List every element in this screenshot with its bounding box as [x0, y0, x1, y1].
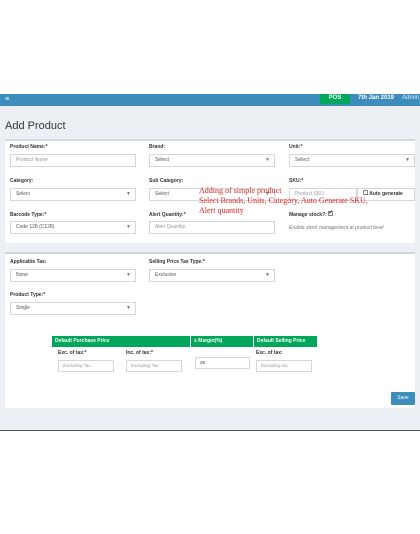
product-type-label: Product Type:* [10, 292, 46, 298]
chevron-down-icon: ▼ [126, 305, 131, 311]
product-name-label: Product Name:* [10, 144, 48, 150]
sub-category-label: Sub Category: [149, 178, 184, 184]
manage-stock-hint: Enable stock management at product level [289, 225, 384, 231]
content-area: Add Product Product Name:* Product Name … [0, 106, 420, 430]
applicable-tax-select[interactable]: None ▼ [10, 269, 136, 282]
selling-tax-type-label: Selling Price Tax Type:* [149, 259, 205, 265]
sku-label: SKU:* [289, 178, 304, 184]
annotation-line-2: Select Brands, Units, Category, Auto Gen… [199, 196, 368, 205]
exc-tax-label: Exc. of tax:* [58, 350, 87, 356]
chevron-down-icon: ▼ [265, 157, 270, 163]
divider [0, 430, 420, 431]
barcode-type-value: Code 128 (C128) [16, 224, 55, 230]
auto-generate-label: Auto generate [369, 191, 403, 197]
brand-select[interactable]: Select ▼ [149, 154, 275, 167]
selling-exc-tax-input[interactable]: Excluding tax [256, 360, 312, 372]
product-type-select[interactable]: Single ▼ [10, 302, 136, 315]
purchase-price-header: Default Purchase Price [52, 336, 190, 347]
category-select-value: Select [16, 191, 30, 197]
margin-input[interactable]: 25 [195, 357, 250, 369]
top-navbar: ≡ POS 7th Jan 2019 Admin [0, 94, 420, 106]
unit-label: Unit:* [289, 144, 303, 150]
purchase-exc-tax-input[interactable]: Excluding Tax [58, 360, 114, 372]
save-button[interactable]: Save [391, 392, 415, 405]
annotation-text: Adding of simple product Select Brands, … [199, 186, 368, 216]
alert-quantity-label: Alert Quantity:* [149, 212, 186, 218]
applicable-tax-value: None [16, 272, 28, 278]
inc-tax-label: Inc. of tax:* [126, 350, 153, 356]
annotation-line-1: Adding of simple product [199, 186, 282, 195]
margin-header: x Margin(%) [191, 336, 253, 347]
applicable-tax-label: Applicable Tax: [10, 259, 47, 265]
annotation-line-3: Alert quantity [199, 206, 244, 215]
unit-select[interactable]: Select ▼ [289, 154, 415, 167]
menu-icon[interactable]: ≡ [5, 96, 9, 103]
nav-user[interactable]: Admin [402, 94, 419, 102]
chevron-down-icon: ▼ [126, 224, 131, 230]
product-type-value: Single [16, 305, 30, 311]
page-title: Add Product [5, 120, 66, 132]
selling-tax-type-select[interactable]: Exclusive ▼ [149, 269, 275, 282]
selling-price-header: Default Selling Price [254, 336, 317, 347]
chevron-down-icon: ▼ [405, 157, 410, 163]
sub-category-select-value: Select [155, 191, 169, 197]
brand-select-value: Select [155, 157, 169, 163]
chevron-down-icon: ▼ [265, 272, 270, 278]
selling-exc-tax-label: Exc. of tax: [256, 350, 283, 356]
purchase-inc-tax-input[interactable]: Excluding Tax [126, 360, 182, 372]
pos-button[interactable]: POS [320, 94, 350, 104]
nav-date: 7th Jan 2019 [358, 95, 395, 101]
brand-label: Brand: [149, 144, 166, 150]
chevron-down-icon: ▼ [126, 191, 131, 197]
chevron-down-icon: ▼ [126, 272, 131, 278]
barcode-type-select[interactable]: Code 128 (C128) ▼ [10, 221, 136, 234]
category-select[interactable]: Select ▼ [10, 188, 136, 201]
selling-tax-type-value: Exclusive [155, 272, 177, 278]
unit-select-value: Select [295, 157, 309, 163]
product-name-input[interactable]: Product Name [10, 154, 136, 167]
category-label: Category: [10, 178, 34, 184]
barcode-type-label: Barcode Type:* [10, 212, 47, 218]
screenshot-page: ≡ POS 7th Jan 2019 Admin Add Product Pro… [0, 0, 420, 534]
alert-quantity-input[interactable]: Alert Quantity [149, 221, 275, 234]
